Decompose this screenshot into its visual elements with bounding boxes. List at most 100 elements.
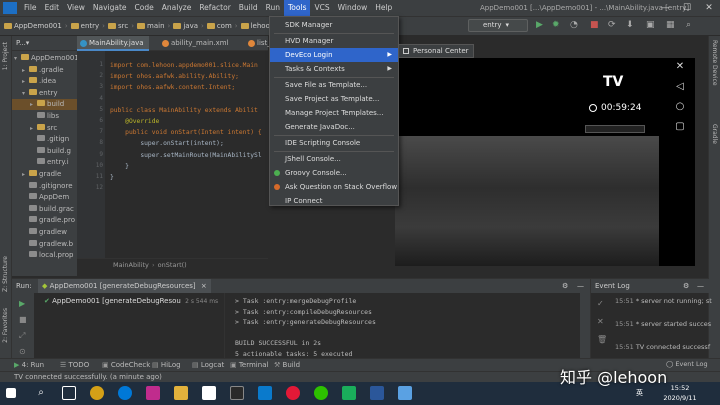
structure-tool-tab[interactable]: Z: Structure xyxy=(2,256,9,292)
menu-item-hvd-manager[interactable]: HVD Manager xyxy=(270,34,398,48)
wechat-icon[interactable] xyxy=(314,386,328,400)
close-icon[interactable]: × xyxy=(201,282,207,290)
menu-item-sdk-manager[interactable]: SDK Manager xyxy=(270,18,398,32)
pin-icon[interactable]: ⊙ xyxy=(19,347,26,356)
code-line[interactable]: } xyxy=(110,173,114,182)
back-icon[interactable]: ◁ xyxy=(673,80,687,94)
edge-icon[interactable] xyxy=(118,386,132,400)
ide-icon[interactable] xyxy=(146,386,160,400)
terminal-icon[interactable] xyxy=(230,386,244,400)
build-console[interactable]: > Task :entry:mergeDebugProfile > Task :e… xyxy=(224,293,580,359)
search-icon[interactable]: ⌕ xyxy=(686,20,691,30)
expand-arrow-icon[interactable]: ▸ xyxy=(30,99,37,110)
menu-item-ide-scripting-console[interactable]: IDE Scripting Console xyxy=(270,136,398,150)
project-tree-item[interactable]: .gitignore xyxy=(12,181,77,192)
event-log-tab[interactable]: ◯ Event Log xyxy=(666,358,708,371)
device-manager-icon[interactable]: ▣ xyxy=(646,20,655,30)
crumb-item[interactable]: java xyxy=(183,20,198,32)
sdk-manager-icon[interactable]: ⬇ xyxy=(626,20,634,30)
tab-mainability-java[interactable]: MainAbility.java xyxy=(77,36,149,51)
word-icon[interactable] xyxy=(370,386,384,400)
run-icon[interactable]: ▶ xyxy=(536,20,543,30)
sync-icon[interactable]: ⟳ xyxy=(608,20,616,30)
project-tree-item[interactable]: ▾ AppDemo001 xyxy=(12,53,79,64)
rerun-icon[interactable]: ▶ xyxy=(19,299,25,308)
mark-read-icon[interactable]: ✓ xyxy=(597,299,604,308)
menu-item-save-project-as-template[interactable]: Save Project as Template... xyxy=(270,92,398,106)
expand-arrow-icon[interactable]: ▾ xyxy=(14,53,21,64)
crumb-item[interactable]: com xyxy=(217,20,232,32)
hide-icon[interactable]: — xyxy=(697,279,704,293)
run-config-tab[interactable]: ◆ AppDemo001 [generateDebugResources] × xyxy=(38,279,211,293)
debug-icon[interactable]: ✹ xyxy=(552,20,560,30)
ime-indicator[interactable]: 英 xyxy=(636,388,643,398)
menu-item-ip-connect[interactable]: IP Connect xyxy=(270,194,398,208)
project-tree-item[interactable]: local.prop xyxy=(12,250,77,261)
chrome-icon[interactable] xyxy=(90,386,104,400)
project-tree-item[interactable]: AppDem xyxy=(12,192,77,203)
remote-device-tab[interactable]: Remote Device xyxy=(711,40,718,86)
menu-run[interactable]: Run xyxy=(262,0,284,16)
personal-center-item[interactable]: Personal Center xyxy=(413,47,469,55)
project-tree-item[interactable]: ▾ entry xyxy=(12,88,77,99)
tab-ability-main-xml[interactable]: ability_main.xml xyxy=(159,36,251,51)
settings-icon[interactable]: ⚙ xyxy=(562,279,568,293)
restore-layout-icon[interactable]: ⤢ xyxy=(19,331,25,341)
expand-arrow-icon[interactable]: ▸ xyxy=(30,123,37,134)
run-task-row[interactable]: ✔ AppDemo001 [generateDebugResou 2 s 544… xyxy=(44,297,218,305)
project-tree-item[interactable]: .gitign xyxy=(12,134,77,145)
menu-item-groovy-console[interactable]: Groovy Console... xyxy=(270,166,398,180)
menu-item-generate-javadoc[interactable]: Generate JavaDoc... xyxy=(270,120,398,134)
menu-help[interactable]: Help xyxy=(371,0,396,16)
status-message[interactable]: TV connected successfully. (a minute ago… xyxy=(14,373,162,381)
menu-edit[interactable]: Edit xyxy=(41,0,64,16)
menu-vcs[interactable]: VCS xyxy=(310,0,333,16)
project-tree-item[interactable]: libs xyxy=(12,111,77,122)
expand-arrow-icon[interactable]: ▸ xyxy=(22,65,29,76)
menu-file[interactable]: File xyxy=(20,0,41,16)
code-line[interactable]: import com.lehoon.appdemo001.slice.Main xyxy=(110,61,258,70)
expand-arrow-icon[interactable]: ▸ xyxy=(22,169,29,180)
menu-item-manage-project-templates[interactable]: Manage Project Templates... xyxy=(270,106,398,120)
code-editor[interactable]: import com.lehoon.appdemo001.slice.Main i… xyxy=(105,51,268,258)
project-tree-item[interactable]: gradle.pro xyxy=(12,215,77,226)
code-line[interactable]: public class MainAbility extends Abilit xyxy=(110,106,258,115)
project-tool-tab[interactable]: 1: Project xyxy=(2,42,9,70)
code-line[interactable]: super.onStart(intent); xyxy=(110,139,223,148)
project-tree-item[interactable]: ▸ src xyxy=(12,123,77,134)
menu-navigate[interactable]: Navigate xyxy=(89,0,131,16)
profile-icon[interactable]: ◔ xyxy=(570,20,578,30)
stop-icon[interactable]: ■ xyxy=(590,20,599,30)
code-line[interactable]: } xyxy=(110,162,129,171)
project-tree-item[interactable]: ▸ build xyxy=(12,99,77,111)
expand-arrow-icon[interactable]: ▸ xyxy=(22,76,29,87)
tab-list-item[interactable]: list_it xyxy=(245,36,275,51)
stop-icon[interactable]: ■ xyxy=(19,315,27,324)
close-button[interactable]: ✕ xyxy=(698,0,720,16)
project-tree-item[interactable]: ▸ gradle xyxy=(12,169,77,180)
search-icon[interactable]: ⌕ xyxy=(34,386,48,400)
project-panel-header[interactable]: P...▾ xyxy=(12,36,77,51)
clear-all-icon[interactable]: ✕ xyxy=(597,317,604,326)
devEco-icon[interactable] xyxy=(398,386,412,400)
green-app-icon[interactable] xyxy=(342,386,356,400)
project-tree-item[interactable]: build.g xyxy=(12,146,77,157)
menu-refactor[interactable]: Refactor xyxy=(195,0,234,16)
settings-icon[interactable]: ⚙ xyxy=(683,279,689,293)
menu-view[interactable]: View xyxy=(63,0,89,16)
code-line[interactable]: super.setMainRoute(MainAbilitySl xyxy=(110,151,261,160)
menu-item-deveco-login[interactable]: DevEco Login ▶ xyxy=(270,48,398,62)
code-line[interactable]: public void onStart(Intent intent) { xyxy=(110,128,262,137)
crumb-item[interactable]: src xyxy=(118,20,128,32)
project-tree-item[interactable]: ▸ .idea xyxy=(12,76,77,87)
project-tree-item[interactable]: build.grac xyxy=(12,204,77,215)
menu-build[interactable]: Build xyxy=(235,0,262,16)
menu-item-save-file-as-template[interactable]: Save File as Template... xyxy=(270,78,398,92)
red-app-icon[interactable] xyxy=(286,386,300,400)
crumb-class[interactable]: MainAbility xyxy=(113,261,149,269)
crumb-item[interactable]: main xyxy=(147,20,165,32)
project-view-select[interactable]: P...▾ xyxy=(16,39,29,47)
crumb-item[interactable]: AppDemo001 xyxy=(14,20,62,32)
windows-start-icon[interactable] xyxy=(6,388,16,398)
menu-analyze[interactable]: Analyze xyxy=(158,0,196,16)
